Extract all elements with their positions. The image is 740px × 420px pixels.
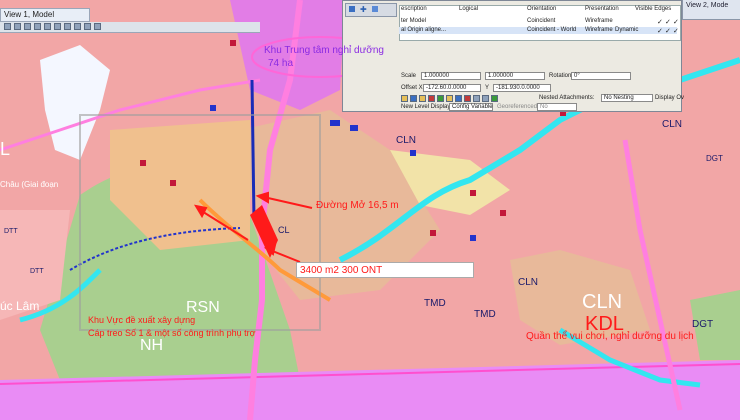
zone-code-cl: CL bbox=[278, 225, 290, 235]
toolbar-icon[interactable] bbox=[4, 23, 11, 30]
cablecar-label-1: Khu Vực đề xuất xây dựng bbox=[88, 315, 196, 325]
dialog-tool-icon[interactable] bbox=[349, 6, 355, 12]
cablecar-label-2: Cáp treo Số 1 & một số công trình phụ tr… bbox=[88, 328, 256, 338]
row-presentation: Wireframe bbox=[585, 18, 613, 24]
toolbar-icon[interactable] bbox=[84, 23, 91, 30]
toolbar-icon[interactable] bbox=[54, 23, 61, 30]
zone-code-cln: CLN bbox=[662, 119, 683, 130]
zone-code-cln: CLN bbox=[396, 135, 417, 146]
column-header[interactable]: Visible Edges bbox=[635, 6, 671, 12]
check-icon[interactable]: ✓ bbox=[657, 18, 663, 26]
tool-icon[interactable] bbox=[401, 95, 408, 102]
check-icon[interactable]: ✓ bbox=[657, 27, 663, 35]
scale-x-input[interactable]: 1.000000 bbox=[421, 72, 481, 80]
chau-label: Châu (Giai đoạn bbox=[0, 180, 59, 189]
toolbar-icon[interactable] bbox=[44, 23, 51, 30]
display-overrides-label: Display Ov bbox=[655, 95, 685, 101]
lam-label: úc Lâm bbox=[0, 299, 40, 313]
row-display: Dynamic bbox=[615, 27, 639, 33]
zone-code-nh: NH bbox=[140, 337, 164, 354]
toolbar-icon[interactable] bbox=[14, 23, 21, 30]
zone-code-kdl: KDL bbox=[585, 313, 624, 335]
resort-area-size: 74 ha bbox=[268, 58, 294, 69]
reference-dialog: ✚ escription Logical Orientation Present… bbox=[342, 0, 685, 112]
column-header[interactable]: Orientation bbox=[527, 6, 556, 12]
column-header[interactable]: escription bbox=[401, 6, 427, 12]
tool-icon[interactable] bbox=[491, 95, 498, 102]
dialog-tool-icon[interactable] bbox=[372, 6, 378, 12]
new-level-select[interactable]: Config Variable bbox=[449, 103, 493, 111]
tool-icon[interactable] bbox=[473, 95, 480, 102]
tool-icon[interactable] bbox=[455, 95, 462, 102]
zone-code-tmd: TMD bbox=[424, 298, 446, 309]
row-orientation: Coincident bbox=[527, 18, 556, 24]
rotation-label: Rotation bbox=[549, 73, 572, 79]
row-presentation: Wireframe bbox=[585, 27, 613, 33]
tool-icon[interactable] bbox=[419, 95, 426, 102]
check-icon[interactable]: ✓ bbox=[673, 18, 679, 26]
zone-code-tmd: TMD bbox=[474, 309, 496, 320]
check-icon[interactable]: ✓ bbox=[665, 18, 671, 26]
move-icon[interactable]: ✚ bbox=[360, 5, 367, 14]
row-orientation: Coincident - World bbox=[527, 27, 577, 33]
check-icon[interactable]: ✓ bbox=[665, 27, 671, 35]
new-level-label: New Level Display: bbox=[401, 104, 453, 110]
toolbar-icon[interactable] bbox=[94, 23, 101, 30]
row-name: al Origin aligne... bbox=[401, 27, 447, 33]
zone-code-dtt: DTT bbox=[30, 268, 44, 275]
tool-icon[interactable] bbox=[464, 95, 471, 102]
row-name: ter Model bbox=[401, 18, 427, 24]
zone-code-rsn: RSN bbox=[186, 299, 220, 316]
offset-x-label: Offset X bbox=[401, 85, 423, 91]
check-icon[interactable]: ✓ bbox=[673, 27, 679, 35]
zone-code-cln: CLN bbox=[582, 291, 623, 313]
dialog-toolbar: ✚ bbox=[345, 3, 397, 17]
offset-x-input[interactable]: -172.60.0.0000 bbox=[423, 84, 481, 92]
georeferenced-label: Georeferenced: bbox=[497, 104, 539, 110]
offset-y-input[interactable]: -181.930.0.0000 bbox=[493, 84, 551, 92]
tool-icon-row bbox=[401, 94, 511, 102]
tool-icon[interactable] bbox=[428, 95, 435, 102]
list-header: escription Logical Orientation Presentat… bbox=[399, 6, 677, 13]
georeferenced-select[interactable]: No bbox=[537, 103, 577, 111]
zone-code-l: L bbox=[0, 139, 11, 159]
toolbar-icon[interactable] bbox=[24, 23, 31, 30]
column-header[interactable]: Presentation bbox=[585, 6, 619, 12]
nested-label: Nested Attachments: bbox=[539, 95, 595, 101]
column-header[interactable]: Logical bbox=[459, 6, 478, 12]
nested-select[interactable]: No Nesting bbox=[601, 94, 653, 102]
toolbar-icon[interactable] bbox=[74, 23, 81, 30]
blue-vertical-line bbox=[250, 79, 256, 221]
zone-code-cln: CLN bbox=[518, 277, 539, 288]
zone-code-dgt: DGT bbox=[692, 319, 714, 330]
zone-code-dtt: DTT bbox=[4, 228, 18, 235]
scale-label: Scale bbox=[401, 73, 417, 79]
plot-label: 3400 m2 300 ONT bbox=[300, 265, 383, 276]
toolbar-icon[interactable] bbox=[64, 23, 71, 30]
resort-area-label: Khu Trung tâm nghỉ dưỡng bbox=[264, 45, 384, 56]
list-item[interactable]: al Origin aligne... Coincident - World W… bbox=[399, 27, 679, 35]
rotation-input[interactable]: 0° bbox=[571, 72, 631, 80]
road-label: Đường Mở 16,5 m bbox=[316, 200, 399, 211]
toolbar-icon[interactable] bbox=[34, 23, 41, 30]
toolbar bbox=[0, 22, 260, 33]
right-window-title[interactable]: View 2, Mode bbox=[682, 0, 740, 20]
window-title[interactable]: View 1, Model bbox=[0, 8, 90, 22]
list-item[interactable]: ter Model Coincident Wireframe ✓ ✓ ✓ bbox=[399, 18, 679, 26]
tool-icon[interactable] bbox=[482, 95, 489, 102]
offset-y-label: Y bbox=[485, 85, 490, 91]
tool-icon[interactable] bbox=[410, 95, 417, 102]
tool-icon[interactable] bbox=[446, 95, 453, 102]
scale-y-input[interactable]: 1.000000 bbox=[485, 72, 545, 80]
tool-icon[interactable] bbox=[437, 95, 444, 102]
zone-code-dgt: DGT bbox=[706, 154, 723, 163]
